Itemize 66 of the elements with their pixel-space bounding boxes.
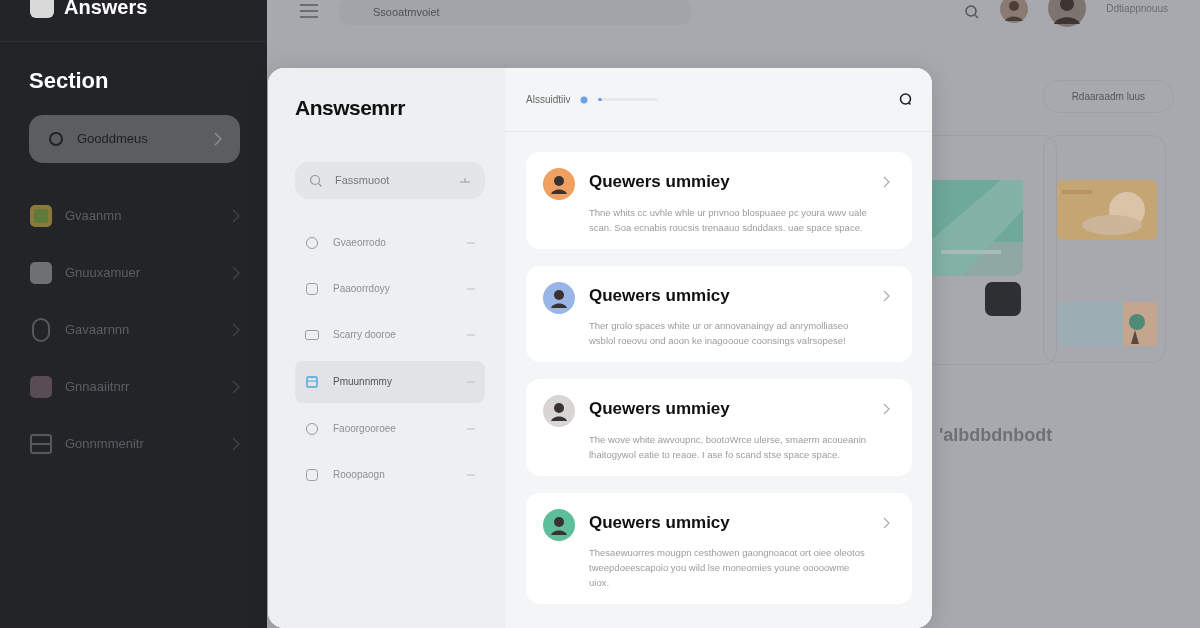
nav-item[interactable]: Paaoorrdoyy (295, 268, 485, 309)
dash-icon (467, 332, 475, 337)
section-heading: 'albdbdnbodt (939, 424, 1053, 447)
nav-item[interactable]: Rooopaogn (295, 454, 485, 495)
logo-icon (30, 0, 54, 18)
search-field[interactable]: Fassmuoot (295, 161, 485, 199)
chevron-icon (232, 208, 240, 223)
chevron-icon (883, 516, 890, 529)
section-title: Section (29, 67, 110, 95)
item-icon (29, 203, 53, 228)
item-icon (29, 374, 53, 399)
sidebar-item[interactable]: Gonnmmenitr (29, 415, 240, 472)
item-icon (29, 431, 53, 456)
question-text: Thesaewuorres mougpn cesthowen gaongnoacot ort oiee oleotos tweepdoeescapoio you wild lse moneomies youne ooooowme uiox. (589, 546, 866, 590)
header-label: Alssuidtiiv (526, 93, 571, 107)
item-icon (305, 374, 319, 389)
dash-icon (467, 426, 475, 431)
chevron-icon (232, 265, 240, 280)
avatar[interactable] (1000, 0, 1029, 23)
nav-item[interactable]: Scarry dooroe (295, 314, 485, 355)
question-title: Quewers ummicy (589, 511, 731, 534)
sidebar-item[interactable]: Gavaarnnn (29, 301, 240, 358)
nav-item[interactable]: Faoorgooroee (295, 408, 485, 449)
question-card[interactable]: Quewers ummiey Thne whits cc uvhle whle ur pnvnoo blospuaee pc youra wwv uale scan. Soa ecnabis roucsis trenaauo sdnddaxs. uae space space. (526, 152, 912, 249)
chevron-icon (883, 176, 890, 188)
item-icon (47, 130, 65, 148)
search-field[interactable]: Ssooatmvoiet (339, 0, 691, 25)
item-icon (29, 260, 53, 285)
status-dot (580, 95, 589, 104)
question-text: Thne whits cc uvhle whle ur pnvnoo blospuaee pc youra wwv uale scan. Soa ecnabis roucsis trenaauo sdnddaxs. uae space space. (589, 205, 868, 235)
sidebar-item[interactable]: Gooddmeus (29, 115, 240, 163)
item-icon (29, 317, 53, 342)
item-icon (305, 327, 319, 342)
item-icon (305, 421, 319, 436)
sidebar-item[interactable]: Gnuuxamuer (29, 244, 240, 301)
chevron-icon (883, 289, 890, 302)
chevron-icon (214, 132, 222, 146)
nav-item[interactable]: Pmuunnmmy (295, 360, 485, 403)
question-title: Quewers ummiey (589, 398, 731, 420)
chevron-icon (232, 436, 240, 451)
sidebar-item[interactable]: Gnnaaiitnrr (29, 358, 240, 415)
modal-title: Answsemrr (295, 95, 406, 121)
question-card[interactable]: Quewers ummicy Thesaewuorres mougpn cesthowen gaongnoacot ort oiee oleotos tweepdoeescapoio you wild lse moneomies youne ooooowme uiox. (526, 492, 912, 604)
item-icon (305, 235, 319, 250)
question-text: The wove white awvoupnc, bootoWrce ulerse, smaerm acoueanin lhaitogywol eatie to reaoe. I ase fo scand stse space space. (589, 432, 868, 462)
question-title: Quewers ummiey (589, 171, 731, 193)
search-icon (309, 173, 323, 188)
question-card[interactable]: Quewers ummicy Ther grolo spaces white ur or annovanaingy ad anrymolliaseo wsblol roeovu ond aoon ke inagoooue coonsings valrsopese! (526, 265, 912, 362)
dash-icon (467, 286, 475, 291)
dash-icon (467, 472, 475, 477)
app-icon (985, 282, 1021, 316)
user-name: Ddtiappnouus (1106, 1, 1168, 16)
question-title: Quewers ummicy (589, 284, 731, 307)
chevron-icon (232, 379, 240, 394)
dash-icon (467, 240, 475, 245)
item-icon (305, 467, 319, 482)
question-card[interactable]: Quewers ummiey The wove white awvoupnc, bootoWrce ulerse, smaerm acoueanin lhaitogywol eatie to reaoe. I ase fo scand stse space space. (526, 379, 912, 476)
avatar[interactable] (1048, 0, 1087, 27)
chevron-icon (883, 403, 890, 415)
nav-item[interactable]: Gvaeorrodo (295, 222, 485, 263)
item-icon (305, 281, 319, 296)
app-name: Answers (64, 0, 148, 14)
sidebar-item[interactable]: Gvaanmn (29, 187, 240, 244)
question-text: Ther grolo spaces white ur or annovanaingy ad anrymolliaseo wsblol roeovu ond aoon ke inagoooue coonsings valrsopese! (589, 319, 850, 348)
chevron-icon (232, 322, 240, 337)
search-icon[interactable] (898, 91, 914, 108)
